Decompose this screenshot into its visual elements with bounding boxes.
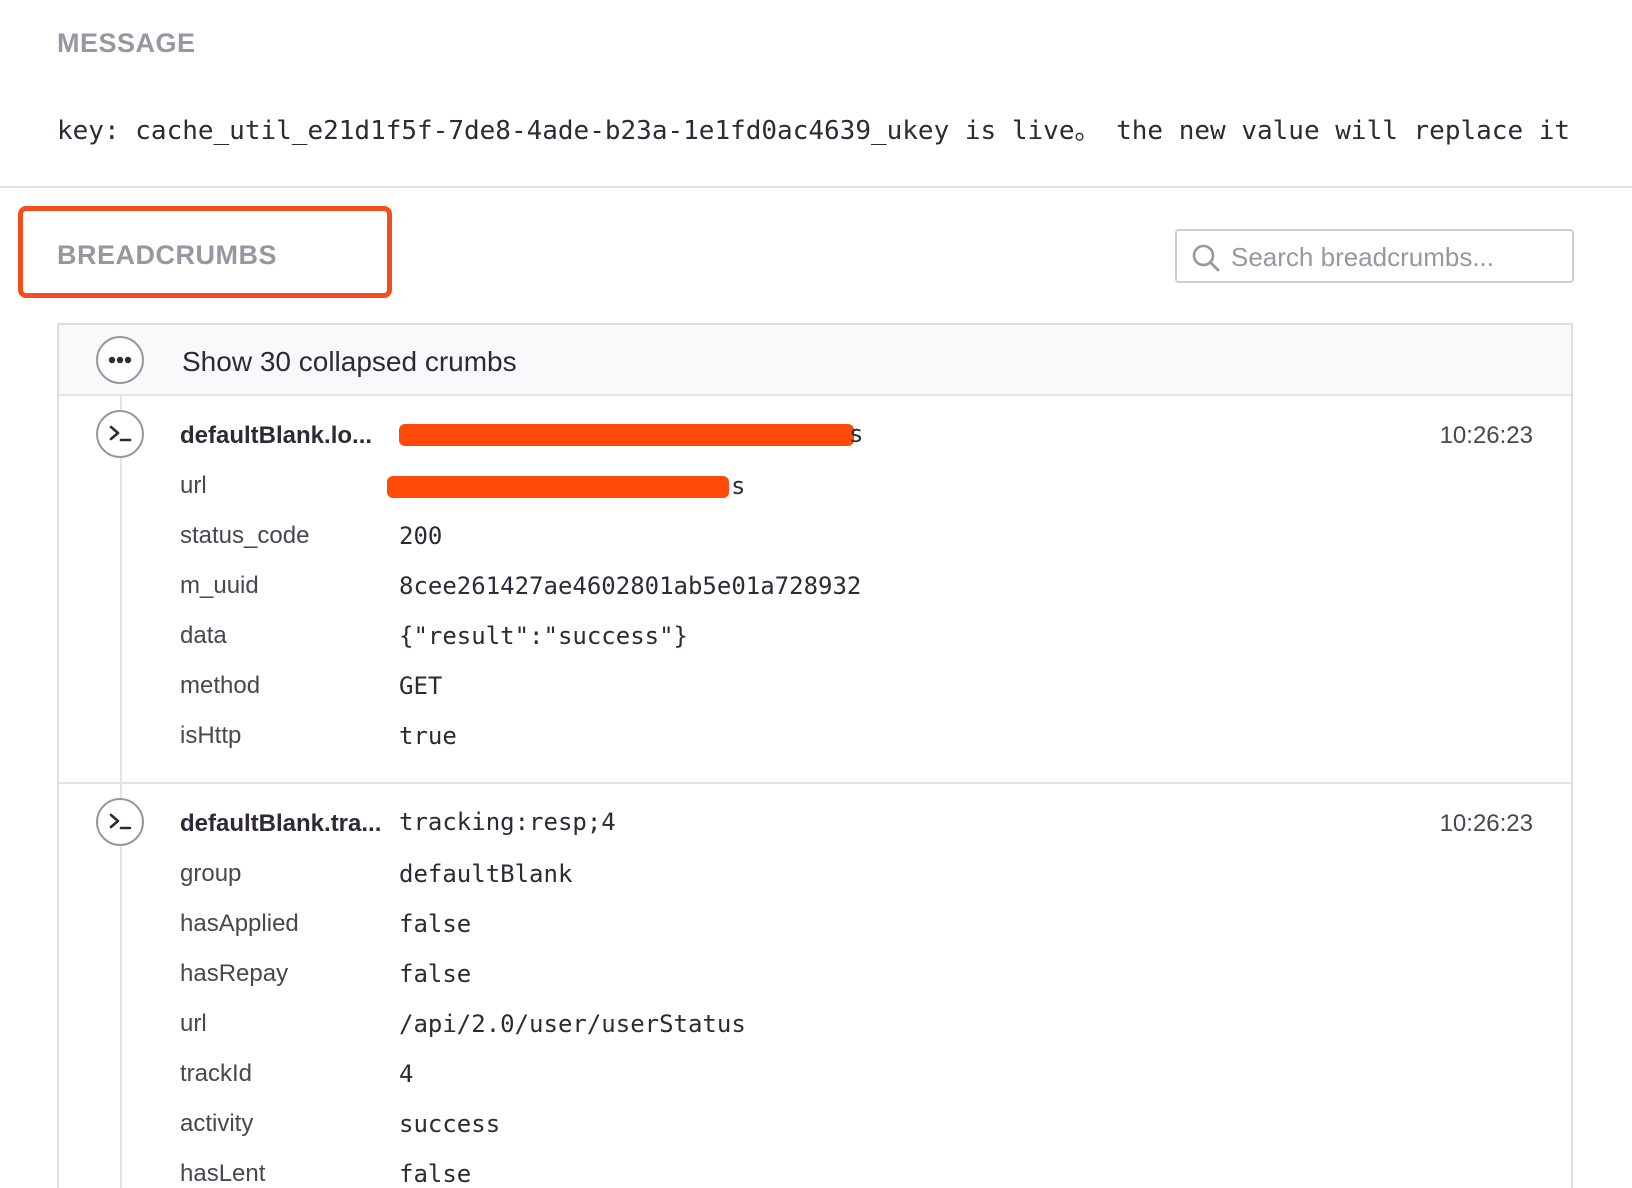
field-value: false xyxy=(399,960,472,988)
field-key: isHttp xyxy=(180,722,242,749)
field-key: url xyxy=(180,1010,207,1037)
breadcrumb-item: defaultBlank.tra... tracking:resp;4 10:2… xyxy=(59,784,1571,1188)
field-key: hasApplied xyxy=(180,910,299,937)
terminal-icon xyxy=(96,410,144,458)
crumb-timestamp: 10:26:23 xyxy=(1439,810,1533,837)
field-value: GET xyxy=(399,672,443,700)
field-key: activity xyxy=(180,1110,254,1137)
terminal-icon xyxy=(96,798,144,846)
field-value: {"result":"success"} xyxy=(399,622,688,650)
field-value: 4 xyxy=(399,1060,414,1088)
field-key: data xyxy=(180,622,227,649)
event-detail-page: MESSAGE key: cache_util_e21d1f5f-7de8-4a… xyxy=(0,0,1632,1188)
field-value: true xyxy=(399,722,457,750)
field-key: method xyxy=(180,672,261,699)
crumb-category: defaultBlank.tra... xyxy=(180,810,382,837)
field-value: s xyxy=(731,472,746,500)
crumb-message-tail: s xyxy=(849,420,864,448)
redaction-mark xyxy=(387,476,729,498)
field-key: trackId xyxy=(180,1060,253,1087)
message-text: key: cache_util_e21d1f5f-7de8-4ade-b23a-… xyxy=(57,116,1571,146)
ellipsis-icon xyxy=(96,336,144,384)
field-key: hasRepay xyxy=(180,960,289,987)
breadcrumb-search[interactable] xyxy=(1175,229,1574,283)
search-icon xyxy=(1192,244,1220,272)
redaction-mark xyxy=(399,424,854,446)
crumb-category: defaultBlank.lo... xyxy=(180,422,373,449)
field-value: defaultBlank xyxy=(399,860,573,888)
breadcrumbs-panel: Show 30 collapsed crumbs defaultBlank.lo… xyxy=(57,323,1573,1188)
field-key: hasLent xyxy=(180,1160,266,1187)
crumb-timestamp: 10:26:23 xyxy=(1439,422,1533,449)
crumb-message: tracking:resp;4 xyxy=(399,808,616,836)
breadcrumbs-heading: BREADCRUMBS xyxy=(57,240,277,270)
show-collapsed-crumbs-button[interactable]: Show 30 collapsed crumbs xyxy=(59,325,1571,396)
field-value: success xyxy=(399,1110,501,1138)
collapsed-crumbs-label: Show 30 collapsed crumbs xyxy=(182,346,517,377)
breadcrumb-item: defaultBlank.lo... s 10:26:23 url s stat… xyxy=(59,396,1571,784)
field-value: 200 xyxy=(399,522,443,550)
field-value: false xyxy=(399,910,472,938)
message-heading: MESSAGE xyxy=(57,28,196,58)
section-divider xyxy=(0,186,1632,188)
field-value: /api/2.0/user/userStatus xyxy=(399,1010,746,1038)
field-key: group xyxy=(180,860,242,887)
search-input[interactable] xyxy=(1229,237,1563,277)
field-key: m_uuid xyxy=(180,572,259,599)
field-key: status_code xyxy=(180,522,310,549)
field-value: false xyxy=(399,1160,472,1188)
field-value: 8cee261427ae4602801ab5e01a728932 xyxy=(399,572,862,600)
field-key: url xyxy=(180,472,207,499)
